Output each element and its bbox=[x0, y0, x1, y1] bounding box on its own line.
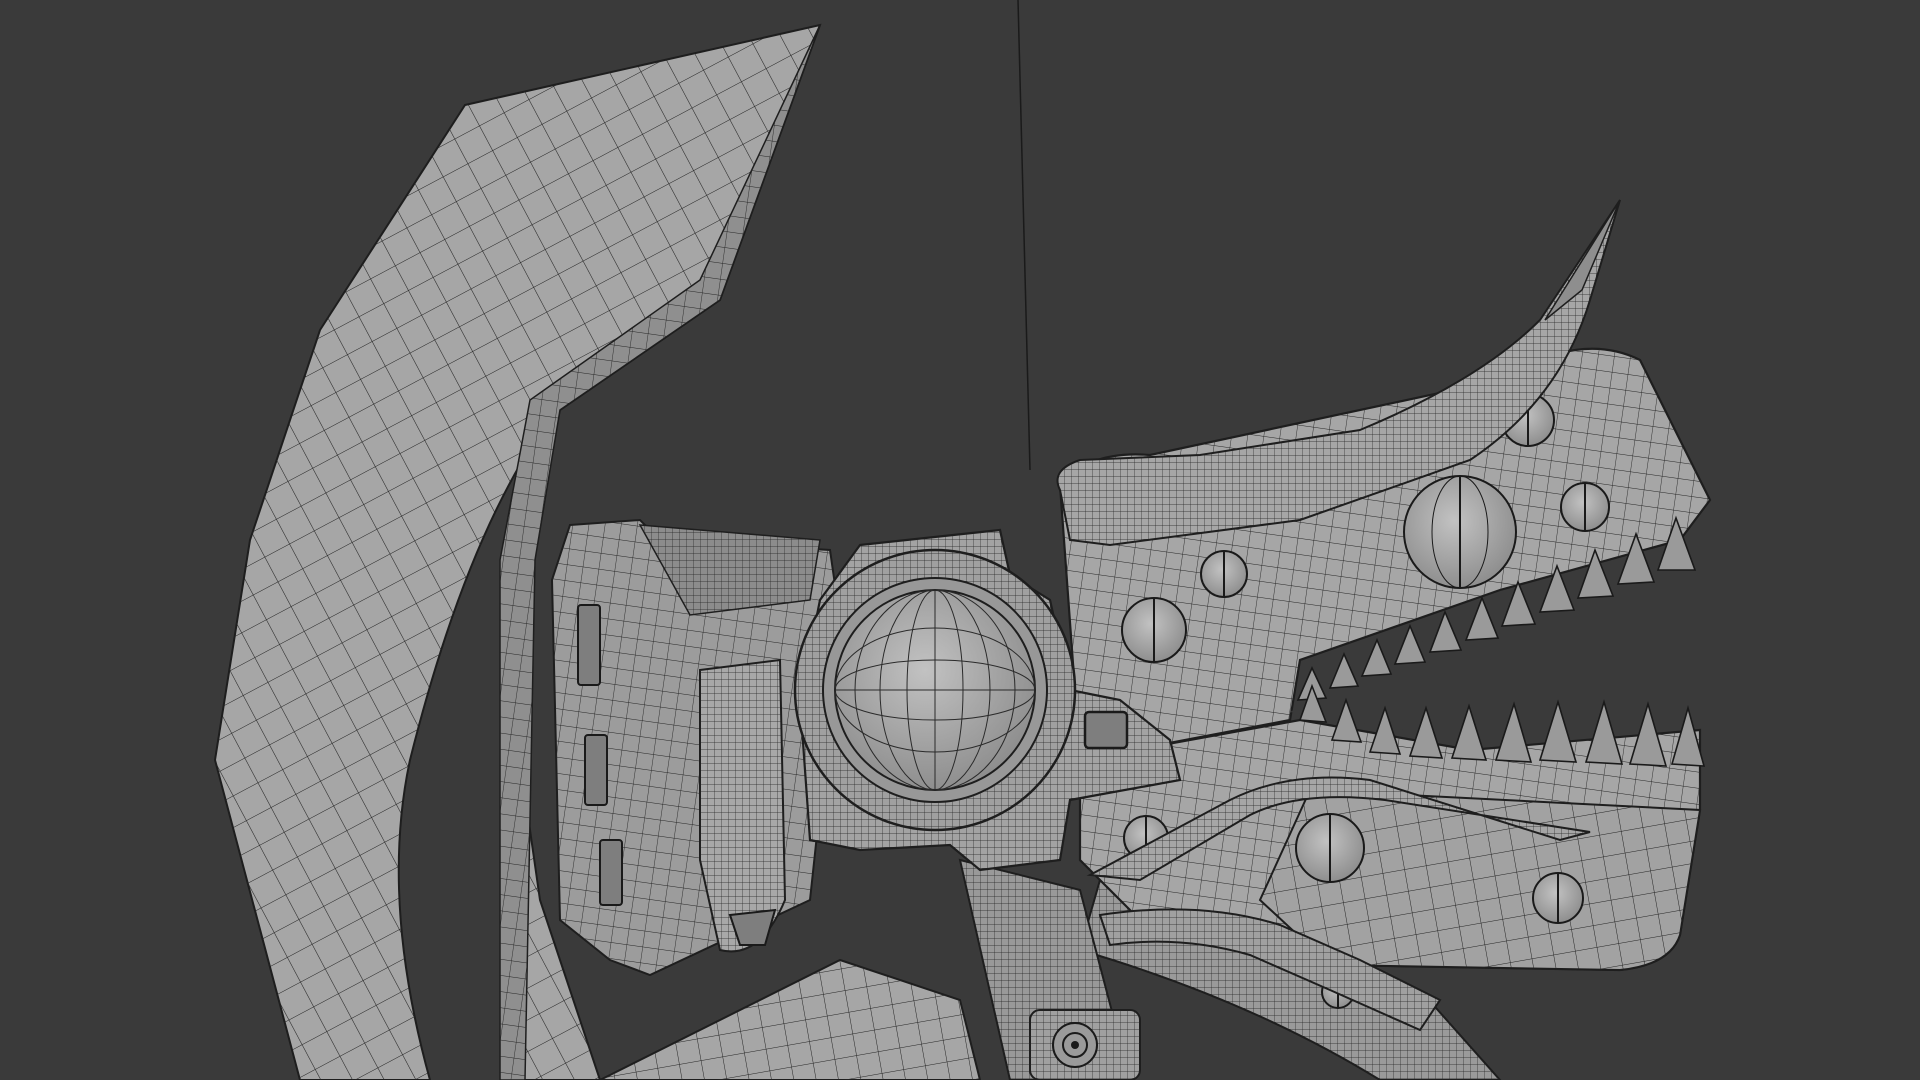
eye-sphere[interactable] bbox=[834, 589, 1036, 791]
3d-viewport[interactable] bbox=[0, 0, 1920, 1080]
origin-line bbox=[1017, 0, 1031, 471]
base-joint[interactable] bbox=[1029, 1009, 1141, 1080]
back-armor-plate[interactable] bbox=[550, 518, 842, 977]
armor-slot-2 bbox=[584, 734, 608, 806]
armor-slot-3 bbox=[599, 839, 623, 906]
armor-slot-1 bbox=[577, 604, 601, 686]
viewport-canvas[interactable] bbox=[0, 0, 1920, 1080]
